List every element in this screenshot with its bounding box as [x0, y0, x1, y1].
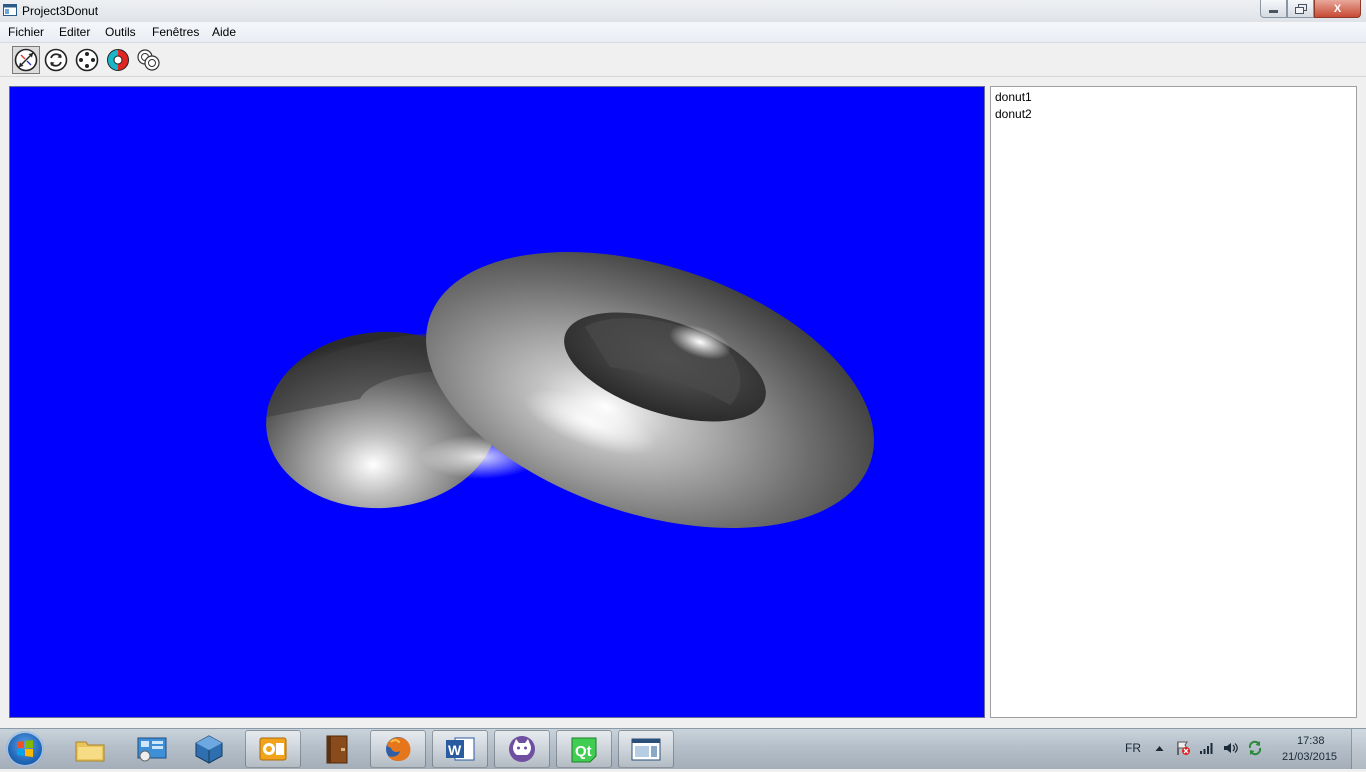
- color-wheel-icon: [107, 49, 129, 71]
- donut2-mesh[interactable]: [391, 200, 909, 579]
- points-icon: [75, 48, 99, 72]
- donut-scene[interactable]: [10, 87, 986, 719]
- restore-icon: [1294, 3, 1307, 14]
- github-icon: [509, 736, 535, 762]
- taskbar-word[interactable]: W: [432, 730, 488, 768]
- taskbar-firefox[interactable]: [370, 730, 426, 768]
- taskbar-window-app[interactable]: [618, 730, 674, 768]
- taskbar-outlook[interactable]: [245, 730, 301, 768]
- network-signal-icon[interactable]: [1199, 741, 1215, 755]
- object-list-panel[interactable]: donut1 donut2: [990, 86, 1357, 718]
- rings-tool-button[interactable]: [135, 46, 163, 74]
- system-tray: FR 17:38 21/03/2015: [1115, 729, 1366, 769]
- minimize-button[interactable]: [1260, 0, 1287, 18]
- start-button[interactable]: [6, 731, 44, 767]
- navigate-icon: [14, 48, 38, 72]
- taskbar-explorer[interactable]: [62, 730, 118, 768]
- svg-text:W: W: [448, 742, 462, 758]
- window-app-icon: [631, 738, 661, 761]
- outlook-icon: [259, 737, 287, 761]
- show-desktop-button[interactable]: [1351, 729, 1366, 769]
- taskbar: W Qt FR 17:38 21/03/2015: [0, 728, 1366, 769]
- show-hidden-icons-icon[interactable]: [1155, 744, 1164, 752]
- explorer-icon: [75, 741, 105, 762]
- action-center-flag-icon[interactable]: [1175, 740, 1191, 756]
- rings-icon: [137, 49, 160, 71]
- title-bar: Project3Donut X: [0, 0, 1366, 23]
- sync-icon[interactable]: [1247, 740, 1263, 756]
- clock-date[interactable]: 21/03/2015: [1282, 751, 1337, 763]
- window-title: Project3Donut: [22, 4, 99, 18]
- taskbar-virtualbox[interactable]: [181, 730, 237, 768]
- color-tool-button[interactable]: [104, 46, 132, 74]
- qt-creator-icon: Qt: [571, 737, 597, 763]
- taskbar-control-panel[interactable]: [124, 730, 180, 768]
- virtualbox-icon: [195, 735, 223, 764]
- rotate-tool-button[interactable]: [42, 46, 70, 74]
- rotate-icon: [44, 48, 68, 72]
- menu-editer[interactable]: Editer: [59, 25, 90, 39]
- toolbar: [0, 43, 1366, 77]
- taskbar-book[interactable]: [308, 730, 364, 768]
- points-tool-button[interactable]: [73, 46, 101, 74]
- word-icon: W: [446, 737, 475, 761]
- 3d-viewport[interactable]: [9, 86, 985, 718]
- language-indicator[interactable]: FR: [1125, 741, 1141, 755]
- close-icon: X: [1333, 2, 1342, 15]
- app-window-icon: [3, 4, 17, 16]
- taskbar-github[interactable]: [494, 730, 550, 768]
- menu-fenetres[interactable]: Fenêtres: [152, 25, 199, 39]
- menu-fichier[interactable]: Fichier: [8, 25, 44, 39]
- list-item[interactable]: donut2: [995, 108, 1356, 125]
- windows-logo-icon: [17, 740, 33, 757]
- menu-aide[interactable]: Aide: [212, 25, 236, 39]
- menu-outils[interactable]: Outils: [105, 25, 136, 39]
- svg-text:Qt: Qt: [575, 743, 592, 760]
- volume-icon[interactable]: [1223, 741, 1239, 755]
- taskbar-qt-creator[interactable]: Qt: [556, 730, 612, 768]
- menu-bar: Fichier Editer Outils Fenêtres Aide: [0, 22, 1366, 43]
- book-icon: [326, 735, 348, 764]
- minimize-icon: [1269, 9, 1278, 13]
- close-button[interactable]: X: [1314, 0, 1361, 18]
- list-item[interactable]: donut1: [995, 91, 1356, 108]
- navigate-tool-button[interactable]: [12, 46, 40, 74]
- firefox-icon: [386, 737, 411, 761]
- control-panel-icon: [137, 737, 167, 762]
- clock-time[interactable]: 17:38: [1297, 735, 1325, 747]
- restore-button[interactable]: [1287, 0, 1314, 18]
